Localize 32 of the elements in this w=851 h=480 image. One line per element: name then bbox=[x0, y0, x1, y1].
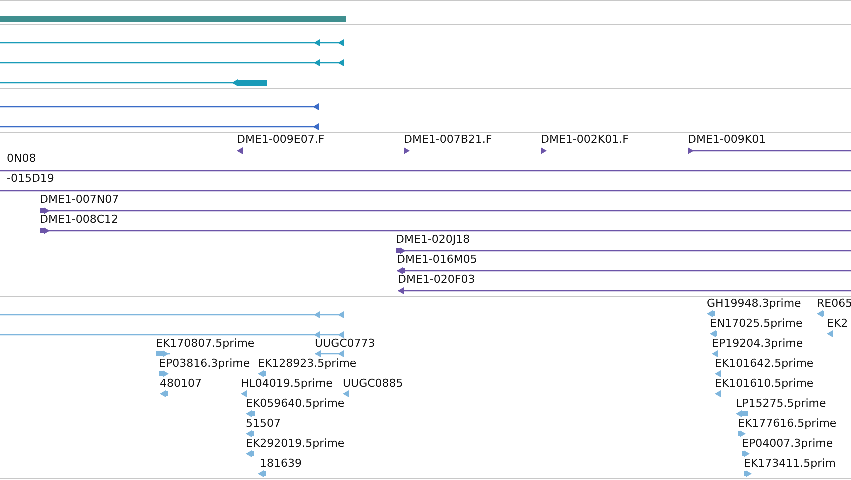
feature-label: EK173411.5prim bbox=[744, 457, 836, 470]
feature-label: 480107 bbox=[160, 377, 202, 390]
feature-label: UUGC0885 bbox=[343, 377, 404, 390]
feature-label: EK170807.5prime bbox=[156, 337, 255, 350]
feature-label: DME1-002K01.F bbox=[541, 133, 629, 146]
feature-label: 181639 bbox=[260, 457, 302, 470]
feature-label: EP04007.3prime bbox=[742, 437, 834, 450]
feature-label: EK177616.5prime bbox=[738, 417, 837, 430]
feature-label: DME1-020F03 bbox=[398, 273, 476, 286]
feature-label: DME1-020J18 bbox=[396, 233, 470, 246]
feature-label: DME1-007B21.F bbox=[404, 133, 492, 146]
feature-label: EK101642.5prime bbox=[715, 357, 814, 370]
feature-label: EK2 bbox=[827, 317, 848, 330]
feature-label: LP15275.5prime bbox=[736, 397, 826, 410]
feature-label: DME1-008C12 bbox=[40, 213, 119, 226]
feature-label: GH19948.3prime bbox=[707, 297, 802, 310]
feature-label: EK128923.5prime bbox=[258, 357, 357, 370]
feature-label: -015D19 bbox=[7, 172, 54, 185]
feature-label: EK101610.5prime bbox=[715, 377, 814, 390]
feature-label: DME1-007N07 bbox=[40, 193, 120, 206]
feature-label: 51507 bbox=[246, 417, 281, 430]
feature-label: EP03816.3prime bbox=[159, 357, 250, 370]
feature-label: EN17025.5prime bbox=[710, 317, 803, 330]
feature-label: EP19204.3prime bbox=[712, 337, 804, 350]
feature-label: DME1-009K01 bbox=[688, 133, 766, 146]
feature-label: EK292019.5prime bbox=[246, 437, 345, 450]
feature-label: DME1-016M05 bbox=[397, 253, 478, 266]
feature-label: HL04019.5prime bbox=[241, 377, 333, 390]
feature-label: 0N08 bbox=[7, 152, 36, 165]
feature-label: UUGC0773 bbox=[315, 337, 376, 350]
feature-label: EK059640.5prime bbox=[246, 397, 345, 410]
feature-label: DME1-009E07.F bbox=[237, 133, 325, 146]
